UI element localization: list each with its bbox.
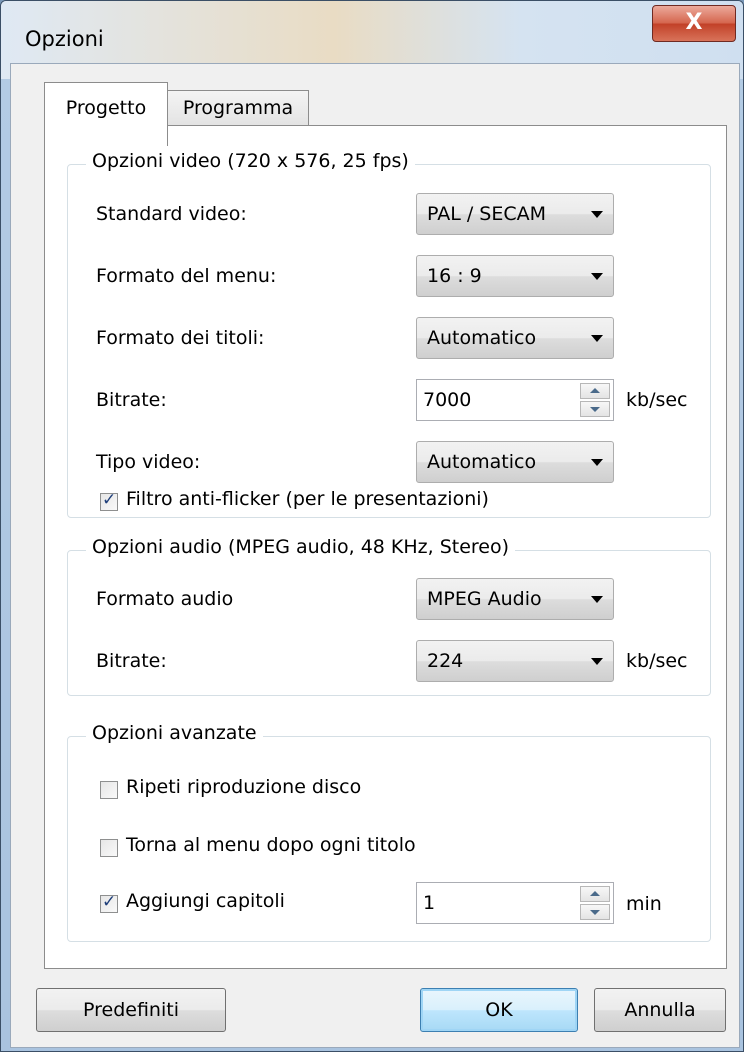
audio-bitrate-value: 224 [427, 650, 464, 672]
window-title: Opzioni [25, 27, 104, 51]
chapters-interval-value: 1 [423, 892, 436, 914]
chevron-down-icon [591, 273, 603, 280]
spin-down-button[interactable] [580, 401, 610, 417]
title-format-label: Formato dei titoli: [96, 327, 265, 349]
advanced-options-legend: Opzioni avanzate [86, 722, 263, 744]
menu-format-value: 16 : 9 [427, 265, 482, 287]
add-chapters-checkbox[interactable]: ✓ [100, 892, 118, 913]
cancel-button[interactable]: Annulla [594, 988, 726, 1032]
title-format-value: Automatico [427, 327, 537, 349]
ok-button[interactable]: OK [420, 988, 578, 1032]
video-bitrate-stepper[interactable]: 7000 [416, 379, 614, 421]
checkmark-icon: ✓ [102, 892, 117, 912]
defaults-button[interactable]: Predefiniti [36, 988, 226, 1032]
chapters-interval-unit: min [626, 893, 662, 915]
close-icon: X [685, 10, 703, 35]
video-type-value: Automatico [427, 451, 537, 473]
advanced-options-group: Opzioni avanzate Ripeti riproduzione dis… [67, 722, 711, 942]
video-bitrate-label: Bitrate: [96, 389, 167, 411]
video-options-legend: Opzioni video (720 x 576, 25 fps) [86, 150, 415, 172]
spin-up-button[interactable] [580, 886, 610, 902]
audio-bitrate-unit: kb/sec [626, 650, 688, 672]
options-dialog: Opzioni X Progetto Programma Opzioni vid… [0, 0, 744, 1052]
audio-bitrate-select[interactable]: 224 [416, 640, 614, 682]
return-menu-checkbox[interactable] [100, 839, 118, 857]
video-bitrate-value: 7000 [423, 389, 472, 411]
chevron-down-icon [591, 211, 603, 218]
tab-panel-progetto: Opzioni video (720 x 576, 25 fps) Standa… [44, 125, 727, 969]
arrow-up-icon [590, 891, 600, 896]
chevron-down-icon [591, 335, 603, 342]
repeat-disc-label[interactable]: Ripeti riproduzione disco [126, 776, 361, 798]
chevron-down-icon [591, 459, 603, 466]
tab-programma[interactable]: Programma [167, 90, 309, 126]
audio-options-legend: Opzioni audio (MPEG audio, 48 KHz, Stere… [86, 536, 516, 558]
video-standard-select[interactable]: PAL / SECAM [416, 193, 614, 235]
video-standard-label: Standard video: [96, 203, 247, 225]
audio-options-group: Opzioni audio (MPEG audio, 48 KHz, Stere… [67, 536, 711, 696]
chevron-down-icon [591, 658, 603, 665]
arrow-down-icon [590, 910, 600, 915]
video-type-label: Tipo video: [96, 451, 201, 473]
audio-bitrate-label: Bitrate: [96, 650, 167, 672]
video-standard-value: PAL / SECAM [427, 203, 547, 225]
antiflicker-label[interactable]: Filtro anti-flicker (per le presentazion… [126, 488, 489, 510]
arrow-up-icon [590, 388, 600, 393]
audio-format-label: Formato audio [96, 588, 234, 610]
video-bitrate-unit: kb/sec [626, 389, 688, 411]
menu-format-select[interactable]: 16 : 9 [416, 255, 614, 297]
spin-buttons [580, 886, 610, 920]
return-menu-label[interactable]: Torna al menu dopo ogni titolo [126, 834, 416, 856]
video-type-select[interactable]: Automatico [416, 441, 614, 483]
spin-down-button[interactable] [580, 904, 610, 920]
repeat-disc-checkbox[interactable] [100, 781, 118, 799]
chevron-down-icon [591, 596, 603, 603]
antiflicker-checkbox[interactable]: ✓ [100, 490, 118, 511]
audio-format-select[interactable]: MPEG Audio [416, 578, 614, 620]
add-chapters-label[interactable]: Aggiungi capitoli [126, 890, 285, 912]
tab-progetto[interactable]: Progetto [44, 82, 168, 146]
arrow-down-icon [590, 407, 600, 412]
spin-up-button[interactable] [580, 383, 610, 399]
dialog-client-area: Progetto Programma Opzioni video (720 x … [10, 63, 740, 1048]
chapters-interval-stepper[interactable]: 1 [416, 882, 614, 924]
spin-buttons [580, 383, 610, 417]
menu-format-label: Formato del menu: [96, 265, 277, 287]
close-button[interactable]: X [652, 5, 736, 42]
title-format-select[interactable]: Automatico [416, 317, 614, 359]
video-options-group: Opzioni video (720 x 576, 25 fps) Standa… [67, 150, 711, 518]
audio-format-value: MPEG Audio [427, 588, 542, 610]
checkmark-icon: ✓ [102, 490, 117, 510]
